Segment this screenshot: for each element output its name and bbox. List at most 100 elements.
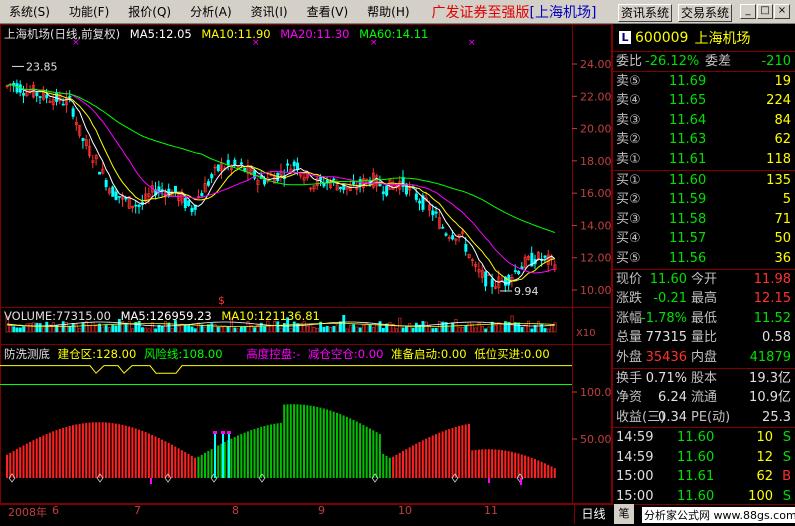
indicator-bar xyxy=(385,455,388,478)
indicator-bar xyxy=(42,435,45,478)
volume-bar xyxy=(494,324,497,333)
menu-help[interactable]: 帮助(H) xyxy=(358,1,419,23)
indicator-bar xyxy=(355,421,358,478)
indicator-bar xyxy=(217,445,220,478)
menu-quote[interactable]: 报价(Q) xyxy=(119,1,181,23)
indicator-bar xyxy=(293,404,296,478)
sell-row: 卖③ 11.64 84 xyxy=(613,111,795,131)
indicator-bar xyxy=(550,466,553,478)
indicator-top-marker xyxy=(221,431,225,434)
candle-body xyxy=(187,200,191,206)
indicator-bar xyxy=(25,443,28,478)
volume-bar xyxy=(68,326,72,333)
indicator-bar xyxy=(45,434,48,478)
level-icon: L xyxy=(619,31,631,44)
info-system-button[interactable]: 资讯系统 xyxy=(618,4,673,22)
indicator-bar xyxy=(398,452,401,478)
menu-view[interactable]: 查看(V) xyxy=(298,1,359,23)
tick-price: 11.61 xyxy=(677,469,715,485)
jiancang-line xyxy=(0,365,572,374)
app-stock-title: [上海机场] xyxy=(529,4,597,21)
volume-bar xyxy=(355,326,359,333)
indicator-bar xyxy=(438,432,441,478)
volume-bar xyxy=(484,328,488,333)
volume-bar xyxy=(467,321,471,333)
indicator-bar xyxy=(29,441,32,478)
candle-body xyxy=(200,193,204,197)
indicator-bar xyxy=(184,452,187,478)
volume-bar xyxy=(398,317,402,333)
indicator-bar xyxy=(312,406,315,478)
indicator-bar xyxy=(39,437,41,478)
volume-bar xyxy=(322,326,326,333)
indicator-bar xyxy=(524,455,527,478)
volume-bar xyxy=(395,328,398,333)
indicator-bar xyxy=(246,431,249,478)
indicator-bar xyxy=(273,423,276,478)
indicator-bar xyxy=(171,444,173,478)
volume-bar xyxy=(233,327,237,333)
maximize-button[interactable]: □ xyxy=(757,4,773,19)
volume-bar xyxy=(263,326,266,333)
candle-body xyxy=(513,270,517,272)
indicator-bar xyxy=(131,427,134,478)
minimize-button[interactable]: _ xyxy=(740,4,756,19)
candle-body xyxy=(451,235,455,240)
period-button[interactable]: 日线 xyxy=(574,504,612,524)
indicator-bar xyxy=(402,451,404,478)
indicator-bar xyxy=(454,426,457,478)
volume-bar xyxy=(197,322,200,333)
candle-body xyxy=(441,226,445,229)
indicator-bar xyxy=(154,436,157,478)
tick-volume: 12 xyxy=(756,449,773,465)
indicator-bar xyxy=(72,425,74,478)
x-axis-label: 11 xyxy=(484,504,498,517)
volume-bar xyxy=(500,324,504,333)
price-axis-label: 18.00 xyxy=(580,155,612,168)
buy-level-label: 买④ xyxy=(616,231,641,247)
trade-system-button[interactable]: 交易系统 xyxy=(678,4,733,22)
volume-bar xyxy=(65,321,69,333)
volume-bar xyxy=(28,323,32,333)
x-axis-label: 10 xyxy=(398,504,412,517)
indicator-jian2: 减仓空仓:0.00 xyxy=(307,347,384,361)
kline-chart[interactable]: 24.00 22.00 20.00 18.00 16.00 14.00 12.00 10.00… xyxy=(0,24,612,504)
candle-body xyxy=(520,266,524,270)
indicator-bar xyxy=(517,453,520,478)
menu-function[interactable]: 功能(F) xyxy=(60,1,119,23)
pen-button[interactable]: 笔 xyxy=(614,504,634,524)
menu-system[interactable]: 系统(S) xyxy=(0,1,60,23)
candle-body xyxy=(22,93,26,96)
fund-row: 换手 0.71% 股本 19.3亿 xyxy=(613,369,795,389)
quote-value: 11.60 xyxy=(649,271,687,287)
sell-level-label: 卖① xyxy=(616,151,641,167)
volume-bar xyxy=(408,323,412,333)
candle-body xyxy=(490,278,494,287)
indicator-bar xyxy=(55,430,58,478)
candle-body xyxy=(111,186,115,197)
indicator-bar xyxy=(388,457,391,478)
indicator-bar xyxy=(504,450,507,478)
volume-bar xyxy=(461,326,464,333)
close-button[interactable]: × xyxy=(774,4,790,19)
volume-bar xyxy=(424,321,428,333)
volume-bar xyxy=(35,322,39,333)
indicator-bar xyxy=(250,430,253,478)
candle-body xyxy=(117,196,121,198)
indicator-bar xyxy=(322,408,325,478)
indicator-cyan-bar xyxy=(222,433,224,478)
price-axis-label: 20.00 xyxy=(580,123,612,136)
volume-bar xyxy=(144,327,148,333)
indicator-bar xyxy=(431,435,434,478)
menu-info[interactable]: 资讯(I) xyxy=(242,1,298,23)
indicator-bar xyxy=(421,440,424,478)
indicator-header: 防洗测底 建仓区:128.00 风险线:108.00 高度控盘:- 减仓空仓:0… xyxy=(4,346,554,362)
volume-bar xyxy=(279,327,283,333)
menu-analysis[interactable]: 分析(A) xyxy=(181,1,242,23)
quote-label-2: 最高 xyxy=(691,291,718,307)
indicator-bar xyxy=(329,410,332,478)
chart-area[interactable]: 24.00 22.00 20.00 18.00 16.00 14.00 12.00 10.00… xyxy=(0,24,612,504)
candle-body xyxy=(319,176,323,181)
volume-bar xyxy=(352,324,356,333)
ma5-label: MA5:12.05 xyxy=(129,27,192,41)
